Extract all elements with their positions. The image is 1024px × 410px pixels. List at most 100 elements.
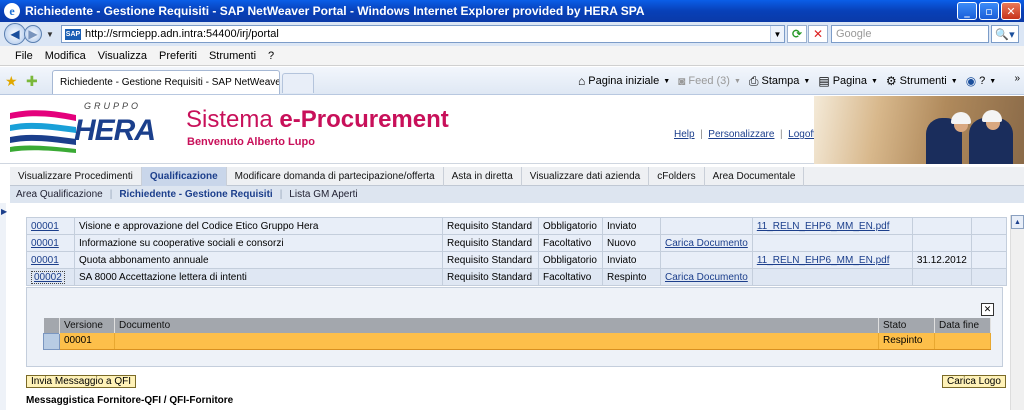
tab-area-documentale[interactable]: Area Documentale xyxy=(705,167,805,186)
menu-bar: File Modifica Visualizza Preferiti Strum… xyxy=(0,46,1024,66)
back-button[interactable]: ◀ xyxy=(4,23,26,45)
hera-logo: GRUPPO HERA xyxy=(8,101,158,159)
menu-help[interactable]: ? xyxy=(268,50,274,62)
url-text[interactable]: http://srmciepp.adn.intra:54400/irj/port… xyxy=(85,28,279,40)
home-button[interactable]: ⌂ Pagina iniziale ▼ xyxy=(578,74,670,88)
upload-document-link[interactable]: Carica Documento xyxy=(665,238,748,249)
tab-visualizzare-dati-azienda[interactable]: Visualizzare dati azienda xyxy=(522,167,650,186)
requirement-id-link[interactable]: 00001 xyxy=(31,221,59,232)
send-qfi-message-button[interactable]: Invia Messaggio a QFI xyxy=(26,375,137,388)
requirement-type: Requisito Standard xyxy=(442,217,539,235)
requirement-name: Visione e approvazione del Codice Etico … xyxy=(74,217,443,235)
logoff-link[interactable]: Logoff xyxy=(788,129,816,140)
requirement-obligation: Facoltativo xyxy=(538,234,603,252)
menu-strumenti[interactable]: Strumenti xyxy=(209,50,256,62)
printer-icon: ⎙ xyxy=(748,73,759,88)
document-file-link[interactable]: 11_RELN_EHP6_MM_EN.pdf xyxy=(757,221,890,232)
requirement-name: Quota abbonamento annuale xyxy=(74,251,443,269)
logo-hera-text: HERA xyxy=(74,114,156,147)
requirement-id-link[interactable]: 00001 xyxy=(31,238,59,249)
navigation-panel-strip xyxy=(0,203,6,410)
requirement-date xyxy=(911,234,972,252)
requirement-type: Requisito Standard xyxy=(442,251,539,269)
portal-header: GRUPPO HERA Sistema e-Procurement Benven… xyxy=(0,96,1024,164)
requirement-action xyxy=(660,251,753,269)
print-button[interactable]: ⎙ Stampa ▼ xyxy=(749,74,810,89)
forward-button[interactable]: ▶ xyxy=(24,25,42,43)
help-icon: ◉ xyxy=(965,74,977,88)
workers-photo xyxy=(814,96,1024,164)
requirement-id-link[interactable]: 00001 xyxy=(31,255,59,266)
tab-qualificazione[interactable]: Qualificazione xyxy=(141,167,227,186)
requirement-type: Requisito Standard xyxy=(442,234,539,252)
menu-file[interactable]: File xyxy=(15,50,33,62)
window-titlebar: e Richiedente - Gestione Requisiti - SAP… xyxy=(0,0,1024,22)
requirement-obligation: Facoltativo xyxy=(538,268,603,286)
tab-toolbar: ★ ✚ Richiedente - Gestione Requisiti - S… xyxy=(0,67,1024,95)
subtab-area-qualificazione[interactable]: Area Qualificazione xyxy=(16,189,103,200)
favorites-star-icon[interactable]: ★ xyxy=(5,73,18,90)
minimize-button[interactable]: _ xyxy=(957,2,977,20)
upload-document-link[interactable]: Carica Documento xyxy=(665,272,748,283)
address-toolbar: ◀ ▶ ▼ SAP http://srmciepp.adn.intra:5440… xyxy=(0,22,1024,46)
search-button[interactable]: 🔍▾ xyxy=(991,25,1019,43)
version-row-selected[interactable]: 00001 Respinto xyxy=(43,332,991,350)
requirement-status: Inviato xyxy=(602,217,661,235)
close-window-button[interactable]: ✕ xyxy=(1001,2,1021,20)
history-dropdown-icon[interactable]: ▼ xyxy=(46,30,54,39)
rss-icon: ◙ xyxy=(678,74,686,88)
scroll-up-icon[interactable]: ▲ xyxy=(1011,215,1024,229)
command-bar: ⌂ Pagina iniziale ▼ ◙ Feed (3) ▼ ⎙ Stampa ▼ ▤ P… xyxy=(578,71,1004,91)
version-detail-panel: ✕ Versione Documento Stato Data fine 000… xyxy=(26,287,1003,367)
tools-menu-button[interactable]: ⚙ Strumenti ▼ xyxy=(886,74,958,88)
requirement-date xyxy=(911,268,972,286)
browser-tab-label: Richiedente - Gestione Requisiti - SAP N… xyxy=(60,77,280,88)
menu-preferiti[interactable]: Preferiti xyxy=(159,50,197,62)
search-input[interactable]: Google xyxy=(831,25,989,43)
maximize-button[interactable]: ▫ xyxy=(979,2,999,20)
help-menu-button[interactable]: ◉? ▼ xyxy=(966,74,997,88)
table-row: 00001 Visione e approvazione del Codice … xyxy=(26,217,1007,235)
menu-modifica[interactable]: Modifica xyxy=(45,50,86,62)
refresh-button[interactable]: ⟳ xyxy=(787,25,807,43)
requirement-id-link[interactable]: 00002 xyxy=(31,270,65,284)
hera-logo-waves-icon xyxy=(10,110,76,153)
requirement-date: 31.12.2012 xyxy=(911,251,972,269)
page-icon: ▤ xyxy=(818,74,830,88)
row-selector[interactable] xyxy=(43,332,60,350)
status-value: Respinto xyxy=(878,333,935,350)
more-chevron-icon[interactable]: » xyxy=(1014,73,1020,84)
feed-button[interactable]: ◙ Feed (3) ▼ xyxy=(678,74,741,88)
document-file-link[interactable]: 11_RELN_EHP6_MM_EN.pdf xyxy=(757,255,890,266)
tab-cfolders[interactable]: cFolders xyxy=(649,167,705,186)
close-detail-button[interactable]: ✕ xyxy=(981,303,994,316)
subtab-lista-gm-aperti[interactable]: Lista GM Aperti xyxy=(289,189,357,200)
requirement-action xyxy=(660,217,753,235)
version-value: 00001 xyxy=(59,333,115,350)
address-dropdown-icon[interactable]: ▼ xyxy=(770,26,784,42)
subtab-gestione-requisiti[interactable]: Richiedente - Gestione Requisiti xyxy=(119,189,272,200)
menu-visualizza[interactable]: Visualizza xyxy=(98,50,147,62)
end-date-value xyxy=(934,333,991,350)
requirement-name: SA 8000 Accettazione lettera di intenti xyxy=(74,268,443,286)
stop-button[interactable]: ✕ xyxy=(808,25,828,43)
requirement-status: Inviato xyxy=(602,251,661,269)
gear-icon: ⚙ xyxy=(885,74,897,88)
personalize-link[interactable]: Personalizzare xyxy=(708,129,774,140)
page-menu-button[interactable]: ▤ Pagina ▼ xyxy=(818,74,878,88)
add-favorite-icon[interactable]: ✚ xyxy=(26,73,38,90)
expand-panel-icon[interactable]: ▶ xyxy=(1,207,7,216)
new-tab-button[interactable] xyxy=(282,73,314,93)
window-title: Richiedente - Gestione Requisiti - SAP N… xyxy=(25,4,645,18)
requirement-name: Informazione su cooperative sociali e co… xyxy=(74,234,443,252)
upload-logo-button[interactable]: Carica Logo xyxy=(942,375,1006,388)
tab-visualizzare-procedimenti[interactable]: Visualizzare Procedimenti xyxy=(10,167,142,186)
address-bar[interactable]: SAP http://srmciepp.adn.intra:54400/irj/… xyxy=(61,25,785,43)
vertical-scrollbar[interactable]: ▲ xyxy=(1010,215,1024,410)
col-stato: Stato xyxy=(878,318,935,333)
tab-asta-in-diretta[interactable]: Asta in diretta xyxy=(444,167,522,186)
browser-tab[interactable]: Richiedente - Gestione Requisiti - SAP N… xyxy=(52,70,280,94)
home-icon: ⌂ xyxy=(578,74,586,88)
help-link[interactable]: Help xyxy=(674,129,695,140)
tab-modificare-domanda[interactable]: Modificare domanda di partecipazione/off… xyxy=(227,167,444,186)
